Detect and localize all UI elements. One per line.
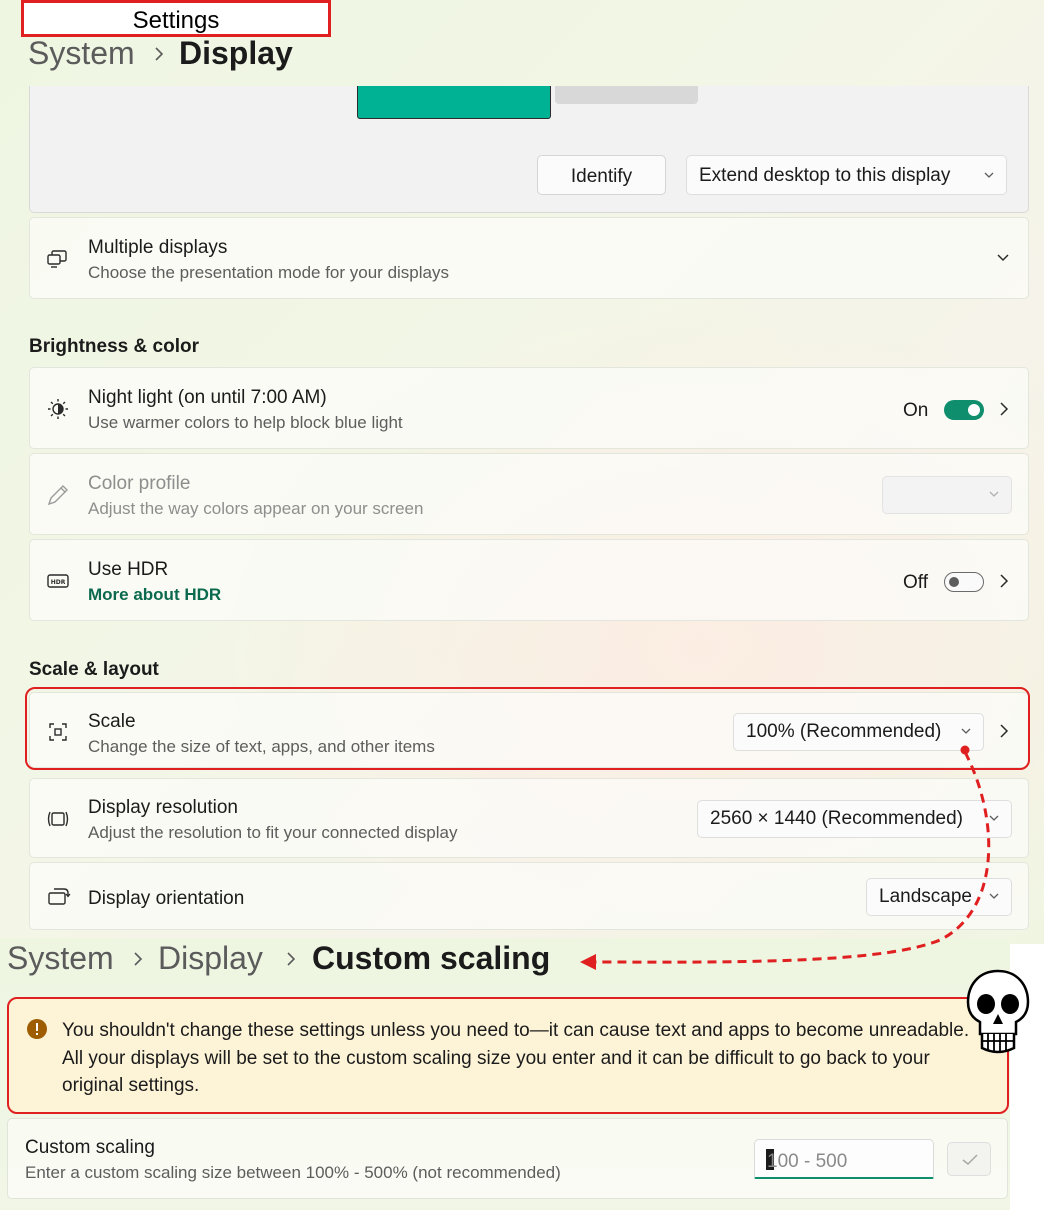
multiple-displays-title: Multiple displays	[88, 237, 228, 258]
window-title: Settings	[132, 7, 220, 34]
window-title-box: Settings	[21, 0, 331, 37]
hdr-toggle[interactable]	[944, 572, 984, 592]
chevron-down-icon	[989, 491, 999, 497]
scale-layout-heading: Scale & layout	[29, 659, 159, 680]
svg-text:HDR: HDR	[51, 579, 66, 586]
color-profile-row: Color profile Adjust the way colors appe…	[29, 453, 1029, 535]
multiple-displays-subtitle: Choose the presentation mode for your di…	[88, 263, 449, 282]
breadcrumb-display[interactable]: Display	[158, 940, 263, 977]
warning-infobar: You shouldn't change these settings unle…	[7, 997, 1009, 1114]
eyedropper-icon	[47, 485, 68, 506]
orientation-icon	[48, 888, 71, 905]
breadcrumb-system[interactable]: System	[28, 35, 135, 72]
warning-icon	[27, 1019, 47, 1039]
chevron-right-icon	[287, 952, 296, 966]
display-resolution-subtitle: Adjust the resolution to fit your connec…	[88, 823, 458, 842]
display-resolution-title: Display resolution	[88, 797, 238, 818]
page-title: Custom scaling	[312, 940, 551, 976]
chevron-right-icon	[155, 47, 164, 61]
chevron-down-icon	[997, 254, 1009, 262]
extend-desktop-value: Extend desktop to this display	[699, 165, 951, 186]
chevron-right-icon[interactable]	[998, 402, 1010, 416]
custom-scaling-input[interactable]: 100 - 500	[754, 1139, 934, 1179]
hdr-state-label: Off	[903, 572, 928, 593]
annotation-arrow	[580, 745, 991, 970]
warning-text: You shouldn't change these settings unle…	[62, 1020, 970, 1096]
brightness-icon	[48, 399, 68, 419]
chevron-right-icon	[134, 952, 143, 966]
display-orientation-title: Display orientation	[88, 888, 245, 909]
resolution-icon	[47, 811, 69, 827]
custom-scaling-placeholder: 100 - 500	[767, 1151, 848, 1172]
night-light-subtitle: Use warmer colors to help block blue lig…	[88, 413, 403, 432]
display-arrangement-panel: Identify Extend desktop to this display	[29, 86, 1029, 213]
hdr-row[interactable]: HDR Use HDR More about HDR Off	[29, 539, 1029, 621]
color-profile-title: Color profile	[88, 473, 191, 494]
page-title: Display	[179, 35, 293, 71]
checkmark-icon	[962, 1154, 978, 1166]
color-profile-select	[882, 476, 1012, 514]
extend-desktop-select[interactable]: Extend desktop to this display	[686, 155, 1007, 195]
custom-scaling-subtitle: Enter a custom scaling size between 100%…	[25, 1163, 561, 1182]
hdr-title: Use HDR	[88, 559, 169, 580]
night-light-toggle[interactable]	[944, 400, 984, 420]
hdr-icon: HDR	[47, 574, 69, 588]
display-pair-icon	[47, 250, 67, 268]
breadcrumb-system[interactable]: System	[7, 940, 114, 977]
skull-icon	[966, 969, 1030, 1054]
identify-label: Identify	[570, 166, 633, 187]
monitor-2-tile[interactable]	[555, 86, 698, 104]
custom-scaling-row: Custom scaling Enter a custom scaling si…	[7, 1118, 1008, 1199]
chevron-right-icon[interactable]	[998, 574, 1010, 588]
night-light-title: Night light (on until 7:00 AM)	[88, 387, 327, 408]
identify-button[interactable]: Identify	[537, 155, 666, 195]
custom-scaling-title: Custom scaling	[25, 1137, 155, 1158]
color-profile-subtitle: Adjust the way colors appear on your scr…	[88, 499, 424, 518]
chevron-down-icon	[984, 172, 994, 178]
multiple-displays-row[interactable]: Multiple displays Choose the presentatio…	[29, 217, 1029, 299]
apply-button[interactable]	[947, 1142, 991, 1176]
night-light-row[interactable]: Night light (on until 7:00 AM) Use warme…	[29, 367, 1029, 449]
monitor-1-tile[interactable]	[357, 86, 551, 119]
brightness-color-heading: Brightness & color	[29, 336, 199, 357]
hdr-link[interactable]: More about HDR	[88, 585, 221, 605]
night-light-state-label: On	[903, 400, 929, 421]
